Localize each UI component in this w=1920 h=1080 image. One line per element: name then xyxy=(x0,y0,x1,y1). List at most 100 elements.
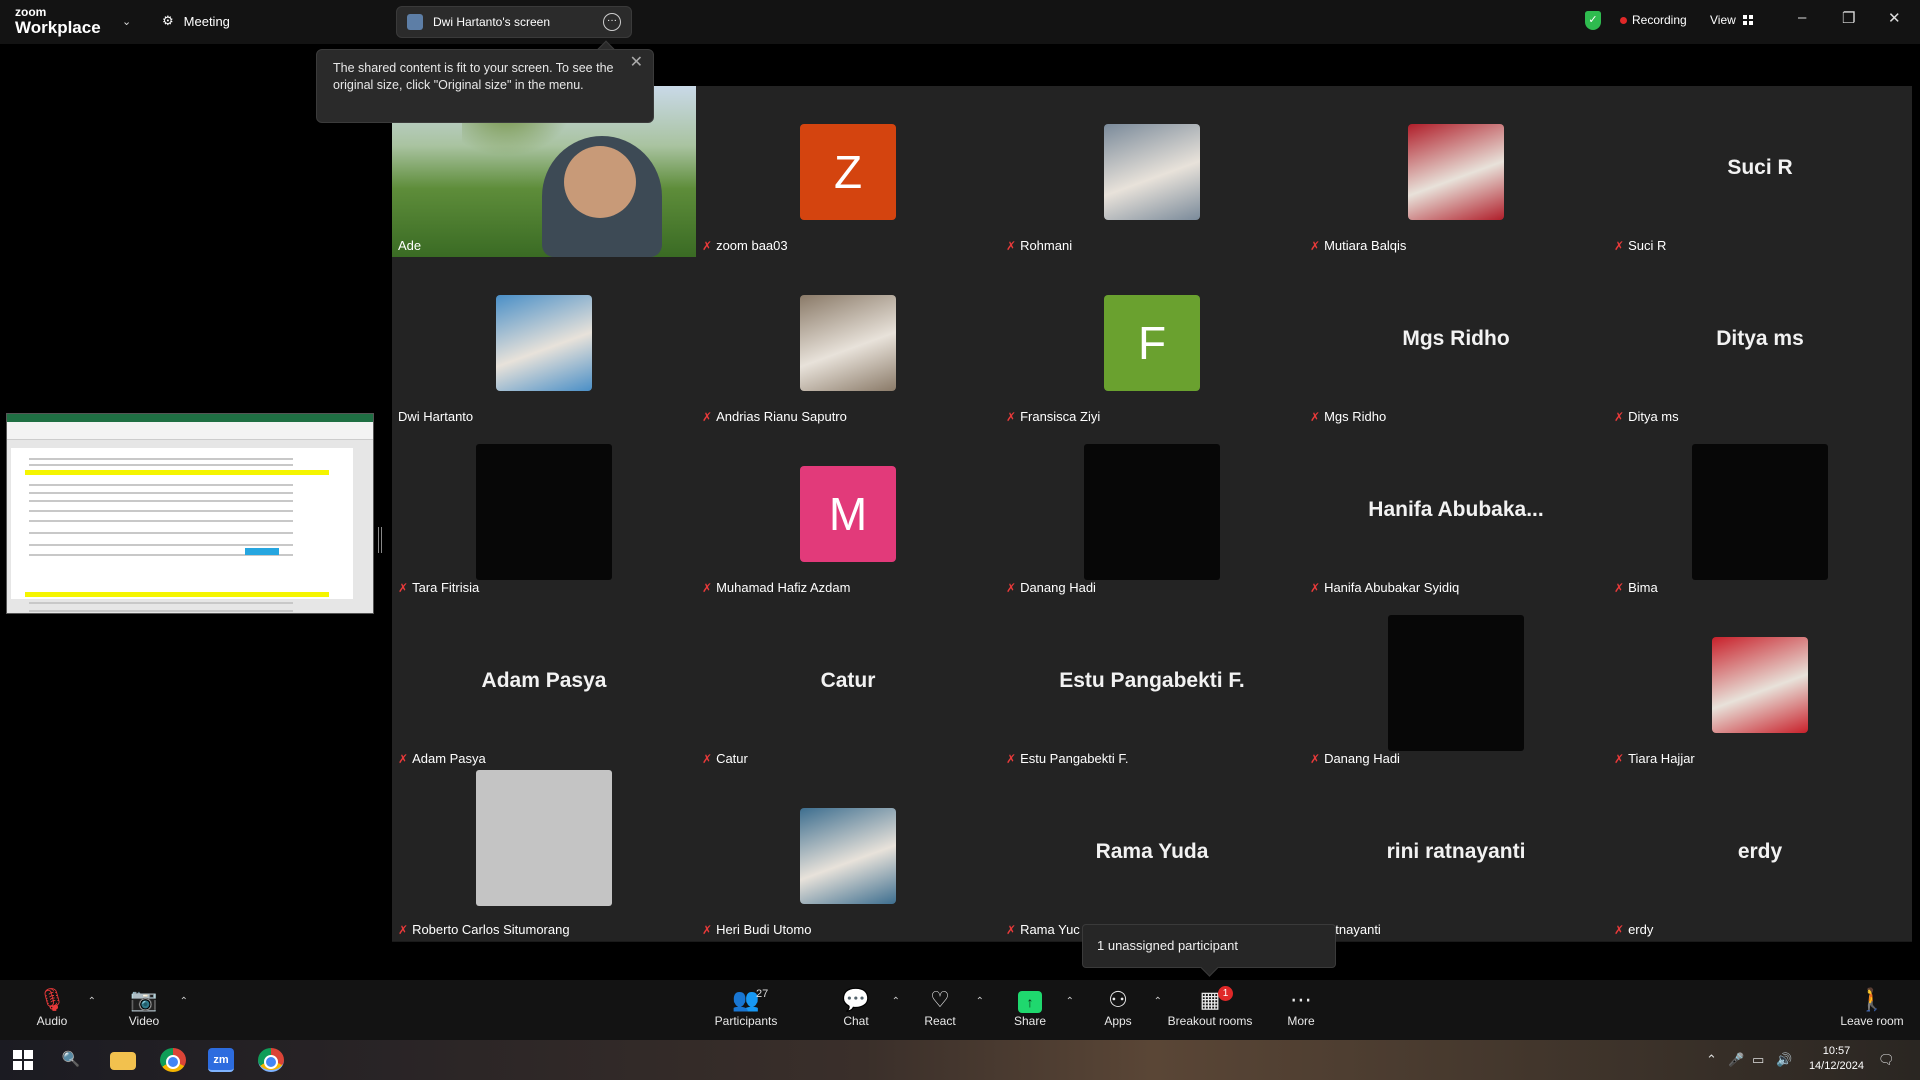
participant-tile[interactable]: Mgs Ridho ✗ Mgs Ridho xyxy=(1304,257,1608,428)
video-options-caret[interactable]: ⌃ xyxy=(180,996,188,1007)
apps-button[interactable]: ⚇ Apps ⌃ xyxy=(1078,986,1162,1028)
search-icon[interactable]: 🔍 xyxy=(58,1048,84,1072)
recording-indicator[interactable]: Recording xyxy=(1620,13,1687,27)
participant-name-label: ✗ Roberto Carlos Situmorang xyxy=(398,922,570,937)
participant-tile[interactable]: Ditya ms ✗ Ditya ms xyxy=(1608,257,1912,428)
participant-tile[interactable]: M ✗ Muhamad Hafiz Azdam xyxy=(696,428,1000,599)
more-button[interactable]: ⋯ More xyxy=(1261,986,1341,1028)
meeting-label: Meeting xyxy=(183,13,230,29)
audio-options-caret[interactable]: ⌃ xyxy=(88,996,96,1007)
participant-name: Tara Fitrisia xyxy=(412,580,480,595)
participant-name: Mgs Ridho xyxy=(1324,409,1387,424)
more-icon: ⋯ xyxy=(1290,987,1312,1012)
participant-tile[interactable]: Hanifa Abubaka... ✗ Hanifa Abubakar Syidiq xyxy=(1304,428,1608,599)
microphone-tray-icon[interactable]: 🎤 xyxy=(1728,1052,1744,1068)
participant-tile[interactable]: erdy ✗ erdy xyxy=(1608,770,1912,941)
panel-resize-handle[interactable] xyxy=(378,527,382,553)
participant-video-off xyxy=(1692,444,1828,580)
mic-muted-icon: ✗ xyxy=(398,580,409,595)
leave-icon: 🚶 xyxy=(1858,987,1886,1012)
participant-tile[interactable]: ✗ Mutiara Balqis xyxy=(1304,86,1608,257)
restore-button[interactable]: ❐ xyxy=(1842,9,1855,27)
brand-dropdown-icon[interactable]: ⌄ xyxy=(122,15,131,28)
network-icon[interactable]: ▭ xyxy=(1752,1052,1764,1068)
participant-tile[interactable]: ✗ Andrias Rianu Saputro xyxy=(696,257,1000,428)
participant-tile[interactable]: ✗ Heri Budi Utomo xyxy=(696,770,1000,941)
participant-display-name: Catur xyxy=(820,669,876,692)
participant-tile[interactable]: Estu Pangabekti F. ✗ Estu Pangabekti F. xyxy=(1000,599,1304,770)
participant-name: Tiara Hajjar xyxy=(1628,751,1695,766)
participant-name-label: ✗ Rama Yuc xyxy=(1006,922,1080,937)
participant-tile[interactable]: ✗ Danang Hadi xyxy=(1000,428,1304,599)
windows-start-icon[interactable] xyxy=(13,1050,33,1070)
shared-screen-view[interactable] xyxy=(6,413,374,614)
view-label: View xyxy=(1710,13,1736,27)
meeting-menu[interactable]: ⚙ Meeting xyxy=(162,13,230,29)
leave-room-button[interactable]: 🚶 Leave room xyxy=(1832,986,1912,1028)
tooltip-close-icon[interactable]: ✕ xyxy=(630,54,643,71)
participant-name: Mutiara Balqis xyxy=(1324,238,1407,253)
unassigned-participant-popup[interactable]: 1 unassigned participant xyxy=(1082,924,1336,968)
apps-icon: ⚇ xyxy=(1108,987,1128,1012)
recording-label: Recording xyxy=(1632,13,1687,27)
mic-muted-icon: ✗ xyxy=(1006,751,1017,766)
share-button[interactable]: ↑ Share ⌃ xyxy=(990,986,1074,1028)
chat-options-caret[interactable]: ⌃ xyxy=(892,996,900,1007)
participant-display-name: Adam Pasya xyxy=(481,669,607,692)
participant-tile[interactable]: F ✗ Fransisca Ziyi xyxy=(1000,257,1304,428)
encryption-shield-icon[interactable]: ✓ xyxy=(1585,11,1601,30)
breakout-rooms-button[interactable]: ▦ 1 Breakout rooms xyxy=(1158,986,1262,1028)
mic-muted-icon: ✗ xyxy=(702,922,713,937)
participant-tile[interactable]: ✗ Danang Hadi xyxy=(1304,599,1608,770)
video-button[interactable]: 📷 Video ⌃ xyxy=(104,986,188,1028)
participant-tile[interactable]: Suci R ✗ Suci R xyxy=(1608,86,1912,257)
windows-taskbar: 🔍 zm ⌃ 🎤 ▭ 🔊 10:57 14/12/2024 🗨 xyxy=(0,1040,1920,1080)
volume-icon[interactable]: 🔊 xyxy=(1776,1052,1792,1068)
participant-tile[interactable]: Z ✗ zoom baa03 xyxy=(696,86,1000,257)
file-explorer-icon[interactable] xyxy=(110,1052,136,1070)
participants-button[interactable]: 👥 27 Participants xyxy=(706,986,786,1028)
participant-name-label: ✗ Danang Hadi xyxy=(1310,751,1400,766)
participant-tile[interactable]: ✗ Bima xyxy=(1608,428,1912,599)
minimize-button[interactable]: – xyxy=(1798,9,1806,26)
participant-tile[interactable]: ✗ Tara Fitrisia xyxy=(392,428,696,599)
zoom-logo: zoom Workplace xyxy=(15,6,101,36)
participant-display-name: erdy xyxy=(1737,840,1783,863)
participant-name-label: ✗ erdy xyxy=(1614,922,1653,937)
participant-name-label: ✗ Rohmani xyxy=(1006,238,1072,253)
share-screen-icon: ↑ xyxy=(1018,991,1042,1013)
participant-tile[interactable]: rini ratnayanti ni ratnayanti xyxy=(1304,770,1608,941)
participant-tile[interactable]: Dwi Hartanto xyxy=(392,257,696,428)
mic-muted-icon: ✗ xyxy=(398,922,409,937)
chrome-icon[interactable] xyxy=(160,1048,186,1072)
shared-screen-pill[interactable]: Dwi Hartanto's screen ··· xyxy=(396,6,632,38)
participant-name: Ditya ms xyxy=(1628,409,1679,424)
tray-expand-icon[interactable]: ⌃ xyxy=(1706,1052,1717,1068)
participant-tile[interactable]: Rama Yuda ✗ Rama Yuc xyxy=(1000,770,1304,941)
react-options-caret[interactable]: ⌃ xyxy=(976,996,984,1007)
participant-tile[interactable]: Adam Pasya ✗ Adam Pasya xyxy=(392,599,696,770)
chrome-profile-icon[interactable] xyxy=(258,1048,284,1072)
participant-avatar-photo xyxy=(1408,124,1504,220)
audio-button[interactable]: 🎙 Audio ⌃ xyxy=(12,986,96,1028)
participant-name-label: Dwi Hartanto xyxy=(398,409,473,424)
zoom-app-icon[interactable]: zm xyxy=(208,1048,234,1072)
participant-name: Adam Pasya xyxy=(412,751,486,766)
system-clock[interactable]: 10:57 14/12/2024 xyxy=(1809,1044,1864,1074)
notification-icon[interactable]: 🗨 xyxy=(1878,1052,1895,1068)
chat-button[interactable]: 💬 Chat ⌃ xyxy=(816,986,900,1028)
mic-muted-icon: ✗ xyxy=(702,580,713,595)
participant-tile[interactable]: ✗ Rohmani xyxy=(1000,86,1304,257)
participant-name-label: ✗ Danang Hadi xyxy=(1006,580,1096,595)
participant-display-name: Ditya ms xyxy=(1716,327,1804,350)
participant-tile[interactable]: Catur ✗ Catur xyxy=(696,599,1000,770)
share-options-caret[interactable]: ⌃ xyxy=(1066,996,1074,1007)
react-button[interactable]: ♡ React ⌃ xyxy=(900,986,984,1028)
view-button[interactable]: View xyxy=(1710,13,1753,27)
participant-tile[interactable]: ✗ Roberto Carlos Situmorang xyxy=(392,770,696,941)
participant-tile[interactable]: ✗ Tiara Hajjar xyxy=(1608,599,1912,770)
more-options-icon[interactable]: ··· xyxy=(603,13,621,31)
close-window-button[interactable]: ✕ xyxy=(1888,9,1901,27)
participant-name: Roberto Carlos Situmorang xyxy=(412,922,570,937)
grid-view-icon xyxy=(1742,15,1753,25)
